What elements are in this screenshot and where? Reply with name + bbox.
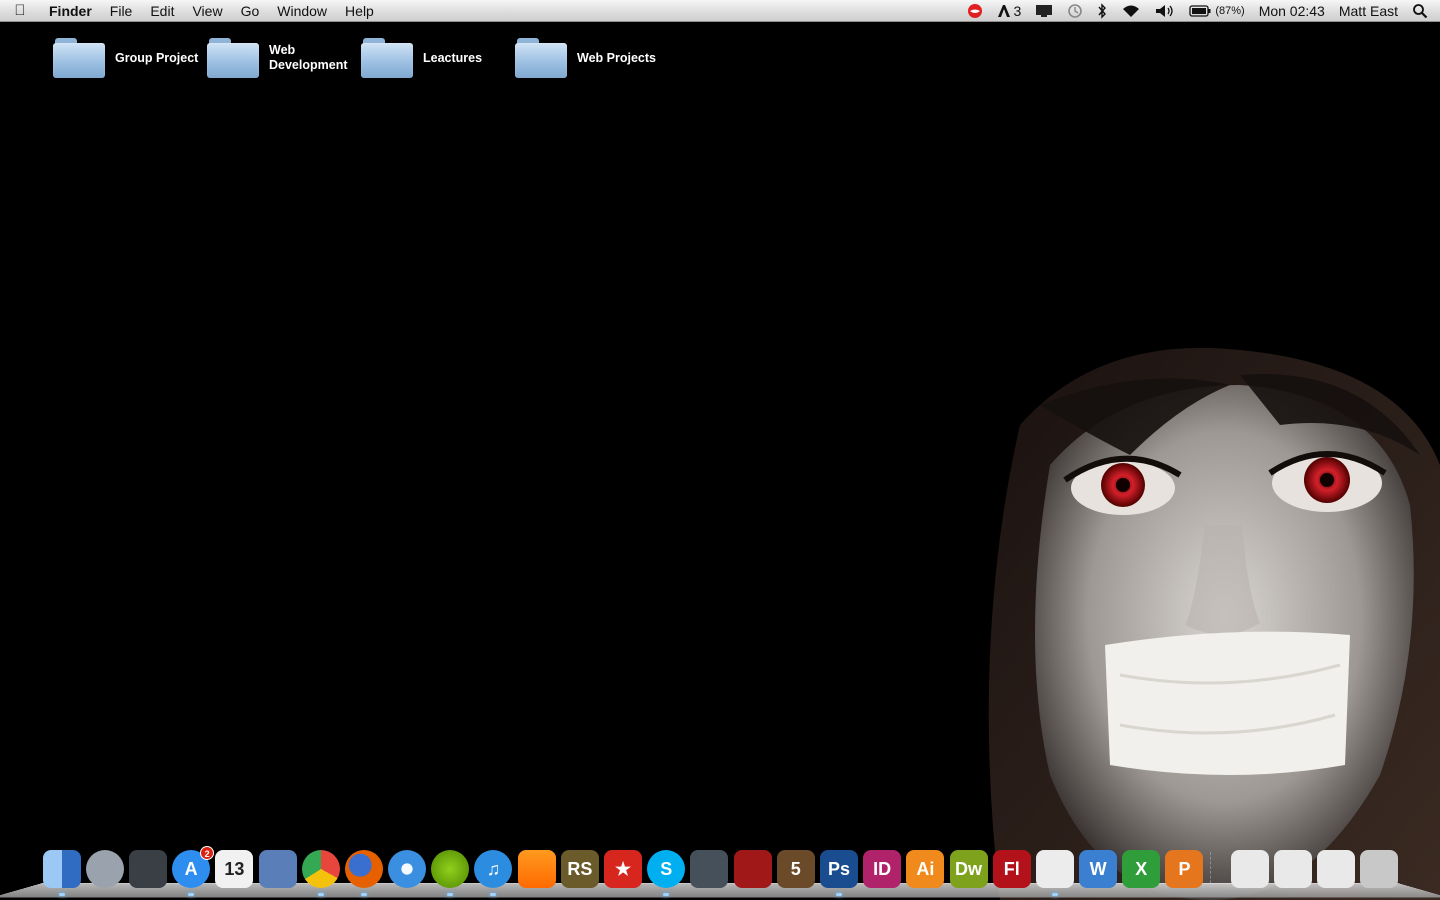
menu-file[interactable]: File — [101, 0, 142, 22]
dock-app-store-label: A — [184, 858, 198, 879]
user-account-menu[interactable]: Matt East — [1332, 0, 1405, 22]
dock-running-indicator — [360, 893, 367, 896]
menu-view[interactable]: View — [183, 0, 231, 22]
dock-runescape-label: RS — [567, 858, 593, 879]
volume-icon[interactable] — [1148, 4, 1182, 18]
folder-label: Web Projects — [577, 50, 656, 65]
adobe-icon — [997, 5, 1010, 17]
dock-running-indicator — [1051, 893, 1058, 896]
dock-ical-label: 13 — [224, 858, 245, 879]
dock-spotify-icon[interactable] — [431, 850, 470, 896]
folder-label: Web Development — [269, 43, 348, 72]
dock-ical-icon[interactable]: 13 — [215, 850, 254, 888]
dock-dreamweaver-icon[interactable]: Dw — [949, 850, 988, 888]
desktop-folder-group-project[interactable]: Group Project — [53, 38, 205, 78]
dock-pokerstars-icon[interactable]: ★ — [604, 850, 643, 888]
dock-illustrator-label: Ai — [916, 858, 935, 879]
dock-running-indicator — [490, 893, 497, 896]
folder-label: Leactures — [423, 50, 483, 65]
menu-window[interactable]: Window — [268, 0, 336, 22]
dock-chrome-icon[interactable] — [301, 850, 340, 896]
folder-icon — [207, 38, 259, 78]
dock-photo-booth-icon[interactable] — [733, 850, 772, 888]
dock-downloads-stack-icon[interactable] — [1230, 850, 1269, 888]
dock-word-icon[interactable]: W — [1079, 850, 1118, 888]
battery-icon — [1189, 5, 1211, 17]
dock-skype-icon[interactable]: S — [647, 850, 686, 896]
dock-facetime-icon[interactable] — [690, 850, 729, 888]
dock-itunes-label: ♫ — [486, 858, 501, 879]
dock-runescape-icon[interactable]: RS — [560, 850, 599, 888]
dock-running-indicator — [835, 893, 842, 896]
dock-powerpoint-icon[interactable]: P — [1165, 850, 1204, 888]
dock-documents-stack-icon[interactable] — [1273, 850, 1312, 888]
dock-mission-control-icon[interactable] — [128, 850, 167, 888]
battery-percentage: (87%) — [1215, 5, 1245, 17]
dock-trash-icon[interactable] — [1360, 850, 1399, 888]
time-machine-icon[interactable] — [1060, 3, 1090, 19]
dock-applications-stack-icon[interactable] — [1317, 850, 1356, 888]
dock-photoshop-label: Ps — [827, 858, 850, 879]
apple-menu-icon[interactable]:  — [0, 2, 40, 19]
dock-badge: 2 — [200, 846, 215, 860]
menu-help[interactable]: Help — [336, 0, 383, 22]
dock-photoshop-icon[interactable]: Ps — [819, 850, 858, 896]
folder-icon — [53, 38, 105, 78]
dock-app-store-icon[interactable]: A2 — [172, 846, 215, 896]
dock-safari-icon[interactable] — [388, 850, 427, 888]
menu-edit[interactable]: Edit — [141, 0, 183, 22]
dock-word-label: W — [1089, 858, 1107, 879]
dock-dreamweaver-label: Dw — [955, 858, 983, 879]
folder-icon — [515, 38, 567, 78]
wifi-icon[interactable] — [1114, 4, 1148, 18]
dock-pokerstars-label: ★ — [614, 858, 632, 879]
dock-running-indicator — [447, 893, 454, 896]
lips-status-icon[interactable] — [960, 3, 990, 19]
menubar-clock[interactable]: Mon 02:43 — [1252, 0, 1332, 22]
display-icon[interactable] — [1028, 4, 1060, 18]
dock-aperture-label: 5 — [790, 858, 801, 879]
battery-status[interactable]: (87%) — [1182, 0, 1251, 22]
menu-go[interactable]: Go — [232, 0, 269, 22]
dock-running-indicator — [58, 893, 65, 896]
dock-excel-label: X — [1135, 858, 1148, 879]
folder-label: Group Project — [115, 50, 199, 65]
dock-separator — [1210, 852, 1224, 888]
dock-indesign-label: ID — [873, 858, 892, 879]
desktop-folder-web-projects[interactable]: Web Projects — [515, 38, 667, 78]
app-menu-finder[interactable]: Finder — [40, 0, 101, 22]
dock-itunes-icon[interactable]: ♫ — [474, 850, 513, 896]
desktop-folder-leactures[interactable]: Leactures — [361, 38, 513, 78]
dock-mail-icon[interactable] — [258, 850, 297, 888]
spotlight-search-icon[interactable] — [1405, 3, 1440, 19]
dock-illustrator-icon[interactable]: Ai — [906, 850, 945, 888]
dock-running-indicator — [663, 893, 670, 896]
desktop-folder-web-development[interactable]: Web Development — [207, 38, 359, 78]
dock-firefox-icon[interactable] — [344, 850, 383, 896]
folder-icon — [361, 38, 413, 78]
dock-aperture-icon[interactable]: 5 — [776, 850, 815, 888]
menu-bar:  Finder File Edit View Go Window Help 3 — [0, 0, 1440, 22]
dock-launchpad-icon[interactable] — [85, 850, 124, 888]
dock-textedit-icon[interactable] — [1035, 850, 1074, 896]
dock-indesign-icon[interactable]: ID — [863, 850, 902, 888]
adobe-update-count: 3 — [1013, 3, 1022, 19]
dock-flash-label: Fl — [1003, 858, 1020, 879]
dock-running-indicator — [188, 893, 195, 896]
dock-skype-label: S — [660, 858, 673, 879]
dock-running-indicator — [317, 893, 324, 896]
dock: A 2 13 ♫ RS ★ S 5 Ps ID Ai Dw Fl W X P — [40, 844, 1401, 896]
adobe-updater-status[interactable]: 3 — [990, 0, 1029, 22]
dock-powerpoint-label: P — [1178, 858, 1191, 879]
bluetooth-icon[interactable] — [1090, 3, 1114, 19]
dock-excel-icon[interactable]: X — [1122, 850, 1161, 888]
dock-flash-icon[interactable]: Fl — [992, 850, 1031, 888]
wallpaper-image — [980, 345, 1440, 900]
dock-vlc-icon[interactable] — [517, 850, 556, 888]
dock-finder-icon[interactable] — [42, 850, 81, 896]
